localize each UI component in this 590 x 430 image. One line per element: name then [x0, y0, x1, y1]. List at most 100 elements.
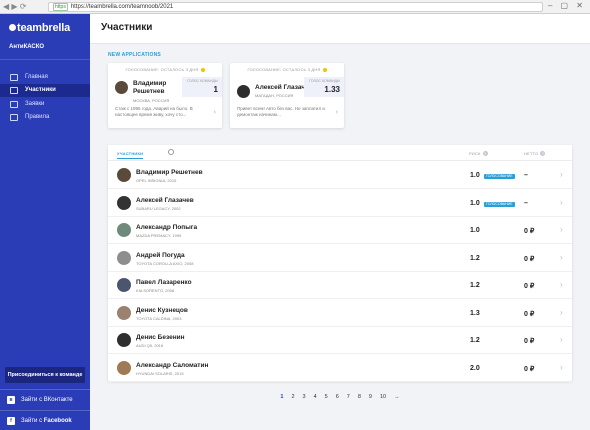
search-icon[interactable] [168, 149, 174, 155]
browser-nav-icons[interactable]: ◀ ▶ ⟳ [3, 2, 26, 11]
application-card[interactable]: ГОЛОСОВАНИЕ: ОСТАЛОСЬ 3 ДНЯ Владимир Реш… [108, 63, 222, 128]
page-link[interactable]: 3 [303, 394, 306, 400]
table-row[interactable]: Алексей Глазачев SUBARU LEGACY, 2002 1.0 ГО… [108, 190, 572, 217]
sidebar-item-rules[interactable]: Правила [0, 111, 90, 124]
voting-status: ГОЛОСОВАНИЕ: ОСТАЛОСЬ 3 ДНЯ [108, 67, 222, 72]
member-risk: 1.2 [470, 337, 480, 344]
tab-members[interactable]: УЧАСТНИКИ [117, 151, 144, 159]
home-icon [10, 74, 18, 81]
avatar [117, 250, 131, 265]
table-row[interactable]: Владимир Решетнев OPEL INSIGNIA, 2015 1.0 Г… [108, 162, 572, 189]
page-link[interactable]: 10 [380, 394, 386, 400]
member-risk: 2.0 [470, 364, 480, 372]
table-row[interactable]: Александр Саломатин HYUNDAI SOLARIS, 2015… [108, 355, 572, 382]
member-name: Денис Безенин [136, 334, 185, 341]
chevron-right-icon: › [560, 170, 563, 179]
team-vote-box: ГОЛОС КОМАНДЫ 1.33 [304, 77, 344, 97]
table-row[interactable]: Александр Попыга MAZDA PREMACY, 1999 1.0 0 … [108, 217, 572, 244]
sidebar-item-label: Участники [25, 87, 56, 93]
users-icon [10, 87, 18, 94]
sidebar-item-home[interactable]: Главная [0, 71, 90, 84]
chevron-right-icon: › [560, 335, 563, 344]
column-risk-label: РИСК [469, 151, 481, 156]
voting-status: ГОЛОСОВАНИЕ: ОСТАЛОСЬ 3 ДНЯ [230, 67, 344, 72]
application-card[interactable]: ГОЛОСОВАНИЕ: ОСТАЛОСЬ 3 ДНЯ Алексей Глаз… [230, 63, 344, 128]
address-bar[interactable]: https https://teambrella.com/teamnoob/202… [48, 2, 543, 12]
page-link[interactable]: 2 [291, 394, 294, 400]
browser-bar: ◀ ▶ ⟳ https https://teambrella.com/teamno… [0, 0, 590, 14]
help-icon[interactable]: ? [540, 151, 546, 157]
member-car: OPEL INSIGNIA, 2015 [136, 178, 177, 183]
avatar [117, 305, 131, 320]
members-table: УЧАСТНИКИ РИСК? НЕТТО? Владимир Решетнев… [108, 145, 572, 382]
page-link[interactable]: 5 [325, 394, 328, 400]
page-link[interactable]: 4 [314, 394, 317, 400]
chevron-right-icon: › [560, 252, 563, 262]
secure-badge: https [53, 3, 68, 11]
voting-badge: ГОЛОСОВАНИЕ [484, 174, 515, 179]
applicant-message: Стаж с 1995 года. Аварий на было. В наст… [115, 106, 193, 117]
facebook-icon: f [7, 417, 15, 425]
sidebar-item-label: Заявки [25, 101, 45, 107]
login-facebook-button[interactable]: f Зайти с Facebook [0, 412, 90, 430]
table-row[interactable]: Денис Безенин AUDI Q5, 2016 1.2 0 ₽ › [108, 327, 572, 354]
column-net[interactable]: НЕТТО? [524, 151, 546, 157]
member-name: Александр Попыга [136, 224, 198, 231]
page-link[interactable]: 9 [369, 394, 372, 400]
login-vk-label: Зайти с ВКонтакте [21, 397, 73, 403]
member-car: KIA SORENTO, 2008 [136, 288, 175, 293]
member-risk: 1.3 [470, 309, 480, 317]
table-row[interactable]: Денис Кузнецов TOYOTA CALDINA, 2003 1.3 0 ₽… [108, 300, 572, 327]
logo-text: teambrella [17, 22, 71, 34]
chevron-right-icon: › [560, 197, 563, 207]
chevron-right-icon: › [213, 109, 216, 116]
top-bar: Участники [90, 14, 590, 44]
avatar [115, 81, 128, 94]
page-link[interactable]: 1 [280, 394, 283, 400]
member-car: MAZDA PREMACY, 1999 [136, 233, 182, 238]
member-car: HYUNDAI SOLARIS, 2015 [136, 370, 184, 376]
join-team-button[interactable]: Присоединиться к команде [5, 367, 85, 383]
main-content: Участники NEW APPLICATIONS ГОЛОСОВАНИЕ: … [90, 14, 590, 430]
team-vote-label: ГОЛОС КОМАНДЫ [187, 79, 218, 83]
team-vote-value: 1.33 [324, 85, 340, 94]
sidebar-item-members[interactable]: Участники [0, 84, 90, 97]
table-row[interactable]: Андрей Погуда TOYOTA COROLLA AXIO, 2008 1.… [108, 245, 572, 272]
team-name: АнтиКАСКО [9, 44, 45, 50]
page-link[interactable]: 8 [358, 394, 361, 400]
chevron-right-icon: › [560, 362, 563, 372]
page-link[interactable]: 6 [336, 394, 339, 400]
member-risk: 1.0 [470, 227, 480, 234]
member-net: – [524, 172, 528, 179]
column-risk[interactable]: РИСК? [469, 151, 488, 157]
member-net: 0 ₽ [524, 338, 535, 345]
column-net-label: НЕТТО [524, 151, 539, 156]
logo[interactable]: teambrella [9, 22, 70, 34]
member-name: Андрей Погуда [136, 251, 185, 259]
member-name: Александр Саломатин [136, 361, 209, 369]
rules-icon [10, 114, 18, 121]
facebook-brand: Facebook [43, 418, 72, 424]
voting-badge: ГОЛОСОВАНИЕ [484, 201, 515, 207]
divider [0, 59, 90, 60]
member-name: Владимир Решетнев [136, 169, 203, 176]
next-page-arrow-icon[interactable]: → [394, 394, 400, 400]
clock-icon [200, 67, 205, 72]
divider [0, 410, 90, 411]
divider [0, 389, 90, 390]
avatar [117, 360, 131, 375]
table-row[interactable]: Павел Лазаренко KIA SORENTO, 2008 1.2 0 ₽ › [108, 272, 572, 299]
applicant-name: Владимир Решетнев [133, 80, 167, 95]
login-facebook-label: Зайти с [21, 418, 44, 424]
member-car: AUDI Q5, 2016 [136, 343, 164, 348]
new-applications-label: NEW APPLICATIONS [108, 52, 161, 58]
member-car: TOYOTA COROLLA AXIO, 2008 [136, 260, 194, 266]
member-car: TOYOTA CALDINA, 2003 [136, 315, 182, 321]
sidebar-item-claims[interactable]: Заявки [0, 98, 90, 111]
chevron-right-icon: › [335, 109, 338, 116]
page-link[interactable]: 7 [347, 394, 350, 400]
login-vk-button[interactable]: в Зайти с ВКонтакте [0, 391, 90, 409]
help-icon[interactable]: ? [482, 151, 488, 157]
table-header: УЧАСТНИКИ РИСК? НЕТТО? [108, 145, 572, 161]
window-controls[interactable]: – ▢ ✕ [548, 1, 586, 10]
